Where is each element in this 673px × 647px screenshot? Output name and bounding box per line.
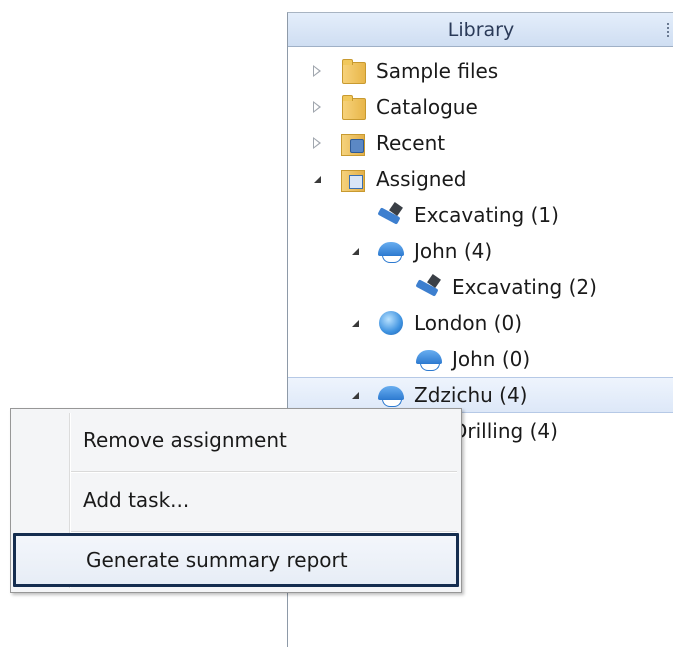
collapse-arrow-icon[interactable] [308, 175, 326, 183]
tree-item-label: London (0) [414, 311, 522, 335]
tree-item-recent[interactable]: Recent [288, 125, 673, 161]
tree-item-label: Excavating (1) [414, 203, 559, 227]
tree-item-label: Drilling (4) [452, 419, 558, 443]
assigned-folder-icon [338, 164, 368, 194]
tree-item-label: Recent [376, 131, 446, 155]
library-title: Library [447, 18, 515, 41]
person-icon [414, 344, 444, 374]
tree-item-label: Catalogue [376, 95, 478, 119]
folder-icon [338, 56, 368, 86]
person-icon [376, 380, 406, 410]
collapse-arrow-icon[interactable] [346, 391, 364, 399]
menu-item-add-task[interactable]: Add task... [13, 473, 459, 527]
drill-icon [414, 272, 444, 302]
tree-item-catalogue[interactable]: Catalogue [288, 89, 673, 125]
tree-item-john-4[interactable]: John (4) [288, 233, 673, 269]
collapse-arrow-icon[interactable] [346, 319, 364, 327]
menu-item-label: Generate summary report [86, 548, 348, 572]
tree-item-london[interactable]: London (0) [288, 305, 673, 341]
panel-grip-icon[interactable] [667, 23, 672, 37]
tree-item-label: Sample files [376, 59, 499, 83]
recent-folder-icon [338, 128, 368, 158]
tree-item-label: Excavating (2) [452, 275, 597, 299]
tree-item-john-0[interactable]: John (0) [288, 341, 673, 377]
menu-item-generate-summary-report[interactable]: Generate summary report [13, 533, 459, 587]
expand-arrow-icon[interactable] [308, 137, 326, 149]
tree-item-sample-files[interactable]: Sample files [288, 53, 673, 89]
expand-arrow-icon[interactable] [308, 65, 326, 77]
library-header: Library [288, 13, 673, 47]
tree-item-excavating-2[interactable]: Excavating (2) [288, 269, 673, 305]
tree-item-label: John (4) [414, 239, 493, 263]
tree-item-label: John (0) [452, 347, 531, 371]
menu-item-remove-assignment[interactable]: Remove assignment [13, 413, 459, 467]
person-icon [376, 236, 406, 266]
tree-item-excavating-1[interactable]: Excavating (1) [288, 197, 673, 233]
tree-item-label: Zdzichu (4) [414, 383, 528, 407]
folder-icon [338, 92, 368, 122]
menu-item-label: Remove assignment [83, 428, 287, 452]
expand-arrow-icon[interactable] [308, 101, 326, 113]
menu-item-label: Add task... [83, 488, 190, 512]
globe-icon [376, 308, 406, 338]
drill-icon [376, 200, 406, 230]
collapse-arrow-icon[interactable] [346, 247, 364, 255]
tree-item-label: Assigned [376, 167, 467, 191]
tree-item-assigned[interactable]: Assigned [288, 161, 673, 197]
context-menu: Remove assignment Add task... Generate s… [10, 408, 462, 593]
